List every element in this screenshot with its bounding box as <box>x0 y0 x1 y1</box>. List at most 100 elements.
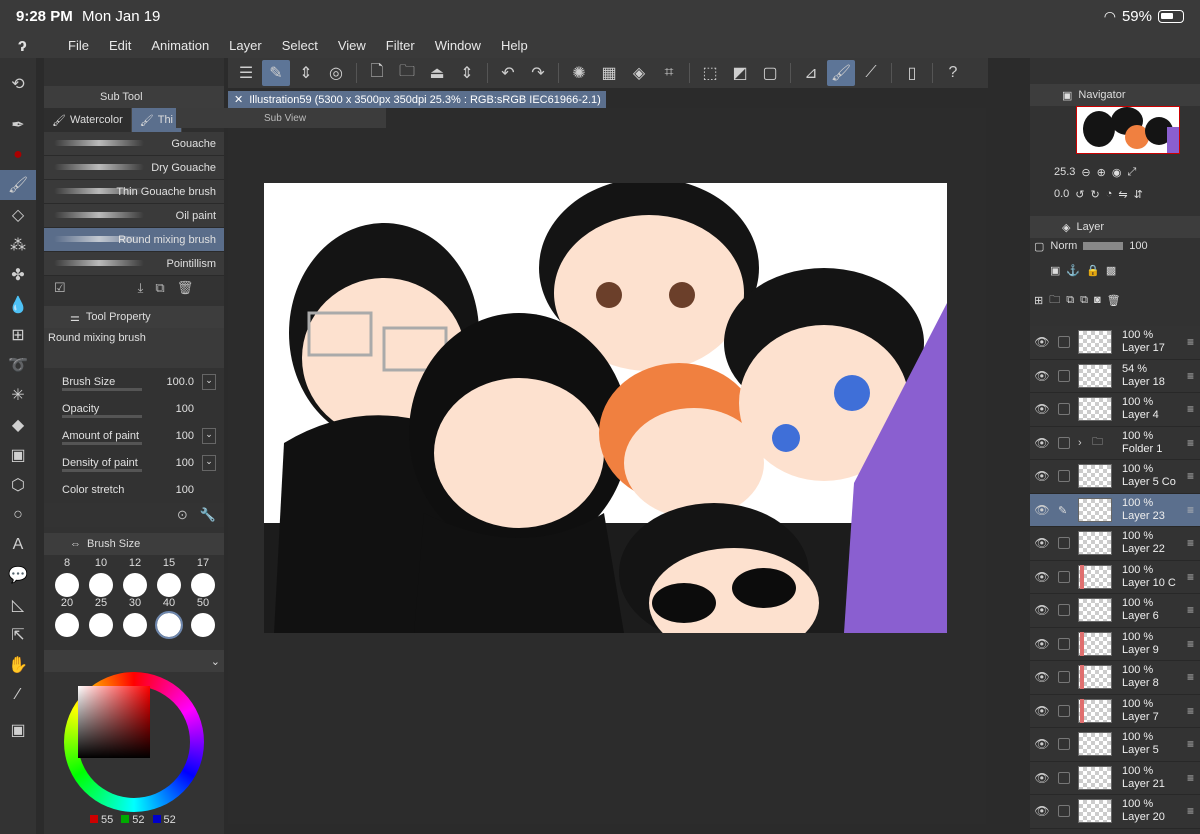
updown-icon[interactable]: ⇕ <box>292 60 320 86</box>
edit-mode-icon[interactable]: ✎ <box>262 60 290 86</box>
chevron-right-icon[interactable]: › <box>1078 437 1092 449</box>
layer-row[interactable]: 👁 100 % Layer 8 ≡ <box>1030 661 1200 695</box>
size-preset[interactable]: 25 <box>84 573 118 609</box>
layer-row[interactable]: 👁 100 % Layer 21 ≡ <box>1030 761 1200 795</box>
lock-icon[interactable]: 🔒 <box>1086 264 1100 277</box>
menu-select[interactable]: Select <box>272 38 328 53</box>
figure-tool-icon[interactable]: ⊞ <box>0 320 36 350</box>
invert-selection-icon[interactable]: ◩ <box>726 60 754 86</box>
rotation-value[interactable]: 0.0 <box>1054 188 1069 200</box>
menu-window[interactable]: Window <box>425 38 491 53</box>
eye-icon[interactable]: 👁 <box>1030 335 1054 349</box>
color-menu-icon[interactable]: ⌄ <box>211 655 220 668</box>
layer-menu-icon[interactable]: ≡ <box>1187 704 1194 718</box>
prop-amount-of-paint[interactable]: Amount of paint 100 ⌄ <box>44 422 224 449</box>
layer-menu-icon[interactable]: ≡ <box>1187 804 1194 818</box>
layer-menu-icon[interactable]: ≡ <box>1187 670 1194 684</box>
transform-icon[interactable]: ⌗ <box>655 60 683 86</box>
copy-layer-icon[interactable]: ⧉ <box>1080 294 1088 307</box>
layer-menu-icon[interactable]: ≡ <box>1187 570 1194 584</box>
prop-slider[interactable] <box>62 442 142 445</box>
layer-row-folder[interactable]: 👁 › 🗀 100 % Folder 1 ≡ <box>1030 426 1200 460</box>
layer-checkbox[interactable] <box>1058 637 1070 650</box>
layer-menu-icon[interactable]: ≡ <box>1187 737 1194 751</box>
tab-watercolor[interactable]: 🖌 Watercolor <box>44 108 132 132</box>
layer-menu-icon[interactable]: ≡ <box>1187 637 1194 651</box>
loading-icon[interactable]: ✺ <box>565 60 593 86</box>
balloon-tool-icon[interactable]: 💬 <box>0 560 36 590</box>
blend-mode-select[interactable]: Norm <box>1050 240 1077 252</box>
eye-icon[interactable]: 👁 <box>1030 670 1054 684</box>
trash-icon[interactable]: 🗑 <box>177 280 194 296</box>
prop-brush-size[interactable]: Brush Size 100.0 ⌄ <box>44 368 224 395</box>
zoom-out-icon[interactable]: ⊖ <box>1081 166 1090 179</box>
size-label[interactable]: 17 <box>186 557 220 569</box>
decoration-tool-icon[interactable]: ✤ <box>0 260 36 290</box>
size-preset[interactable] <box>84 613 118 637</box>
menu-help[interactable]: Help <box>491 38 538 53</box>
layer-menu-icon[interactable]: ≡ <box>1187 335 1194 349</box>
fit-icon[interactable]: ◉ <box>1112 166 1122 179</box>
flip-vertical-icon[interactable]: ⇵ <box>1134 188 1143 201</box>
rotate-view-icon[interactable]: ⟲ <box>0 58 36 110</box>
settings-icon[interactable]: ☑ <box>54 280 66 296</box>
save-icon[interactable]: ⏏ <box>423 60 451 86</box>
tab-thick-paint[interactable]: 🖌 Thi <box>131 108 182 132</box>
layer-checkbox[interactable] <box>1058 704 1070 717</box>
menu-file[interactable]: File <box>58 38 99 53</box>
eye-icon[interactable]: 👁 <box>1030 436 1054 450</box>
layer-row[interactable]: 👁 100 % Layer 5 Co ≡ <box>1030 460 1200 494</box>
size-preset[interactable] <box>186 613 220 637</box>
rotate-right-icon[interactable]: ↻ <box>1091 188 1100 201</box>
eye-icon[interactable]: 👁 <box>1030 402 1054 416</box>
eye-icon[interactable]: 👁 <box>1030 469 1054 483</box>
eye-icon[interactable]: 👁 <box>1030 704 1054 718</box>
brush-oil-paint[interactable]: Oil paint <box>44 204 224 228</box>
layer-row[interactable]: 👁 100 % Layer 9 ≡ <box>1030 627 1200 661</box>
text-tool-icon[interactable]: A <box>0 530 36 560</box>
layer-checkbox[interactable] <box>1058 771 1070 784</box>
layer-row-selected[interactable]: 👁 ✎ 100 % Layer 23 ≡ <box>1030 493 1200 527</box>
layer-menu-icon[interactable]: ≡ <box>1187 369 1194 383</box>
open-folder-icon[interactable]: 🗀 <box>393 60 421 86</box>
layer-menu-icon[interactable]: ≡ <box>1187 771 1194 785</box>
layer-row[interactable]: 👁 54 % Layer 18 ≡ <box>1030 359 1200 393</box>
size-preset[interactable] <box>118 613 152 637</box>
fill-icon[interactable]: ◈ <box>625 60 653 86</box>
close-icon[interactable]: ✕ <box>234 93 243 106</box>
layer-row[interactable]: 👁 100 % Layer 20 ≡ <box>1030 795 1200 829</box>
mask-icon[interactable]: ◙ <box>1094 294 1101 306</box>
size-preset[interactable] <box>50 613 84 637</box>
color-swatch-icon[interactable]: ▣ <box>0 710 36 750</box>
move-tool-icon[interactable]: ⇱ <box>0 620 36 650</box>
new-folder-icon[interactable]: 🗀 <box>1049 291 1060 310</box>
brush-round-mixing[interactable]: Round mixing brush <box>44 228 224 252</box>
delete-layer-icon[interactable]: 🗑 <box>1107 294 1121 307</box>
prop-color-stretch[interactable]: Color stretch 100 <box>44 476 224 503</box>
layer-checkbox[interactable] <box>1058 671 1070 684</box>
brush-gouache[interactable]: Gouache <box>44 132 224 156</box>
blend-tool-icon[interactable]: 💧 <box>0 290 36 320</box>
merge-icon[interactable]: ⧉ <box>1066 294 1074 307</box>
size-label[interactable]: 8 <box>50 557 84 569</box>
menu-view[interactable]: View <box>328 38 376 53</box>
document-tab[interactable]: ✕ Illustration59 (5300 x 3500px 350dpi 2… <box>228 91 606 108</box>
size-label[interactable]: 15 <box>152 557 186 569</box>
eye-icon[interactable]: 👁 <box>1030 570 1054 584</box>
layer-menu-icon[interactable]: ≡ <box>1187 436 1194 450</box>
line-snap-icon[interactable]: ⟋ <box>857 60 885 86</box>
layer-checkbox[interactable] <box>1058 470 1070 483</box>
brush-snap-icon[interactable]: 🖌 <box>827 60 855 86</box>
deselect-icon[interactable]: ⬚ <box>696 60 724 86</box>
layer-color-icon[interactable]: ▢ <box>1034 240 1044 253</box>
rotate-left-icon[interactable]: ↺ <box>1075 188 1084 201</box>
eye-icon[interactable]: 👁 <box>1030 536 1054 550</box>
zoom-value[interactable]: 25.3 <box>1054 166 1075 178</box>
reset-icon[interactable]: ⊙ <box>177 507 188 523</box>
layer-checkbox[interactable] <box>1058 537 1070 550</box>
layer-menu-icon[interactable]: ≡ <box>1187 536 1194 550</box>
hand-tool-icon[interactable]: ✋ <box>0 650 36 680</box>
reference-icon[interactable]: ⚓ <box>1066 264 1080 277</box>
clip-icon[interactable]: ▣ <box>1050 264 1060 277</box>
eye-icon[interactable]: 👁 <box>1030 369 1054 383</box>
